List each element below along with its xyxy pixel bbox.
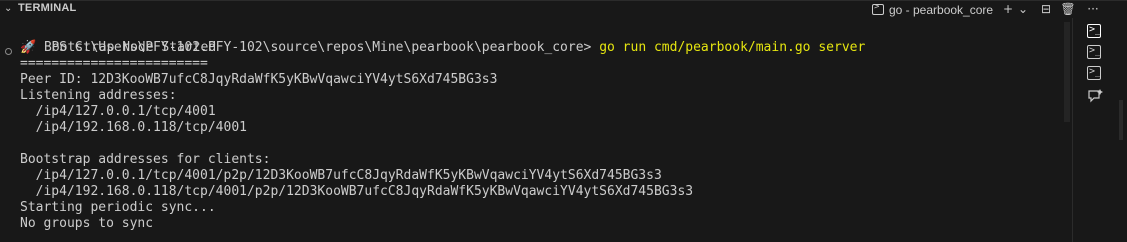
command-line: PS C:\Users\PFY-102.PFY-102\source\repos… [20, 24, 865, 55]
copilot-chat-icon[interactable] [1087, 88, 1103, 104]
tabs-scrollbar[interactable] [1119, 100, 1123, 140]
output-line: Starting periodic sync... [20, 200, 216, 215]
output-line: /ip4/127.0.0.1/tcp/4001 [20, 104, 216, 119]
terminal-icon [872, 2, 884, 15]
terminal-output[interactable]: PS C:\Users\PFY-102.PFY-102\source\repos… [0, 18, 1070, 242]
output-line: 🚀 Bootstrap Node Started [20, 40, 217, 55]
new-terminal-button[interactable]: + [1000, 1, 1016, 18]
output-line: /ip4/192.168.0.118/tcp/4001/p2p/12D3KooW… [20, 184, 694, 199]
output-line: Listening addresses: [20, 88, 177, 103]
output-line: ======================== [20, 56, 208, 71]
terminal-icon: >_ [1089, 24, 1102, 35]
chevron-down-icon[interactable]: ⌄ [4, 3, 16, 15]
panel-title[interactable]: TERMINAL [18, 2, 76, 14]
command-text: go run cmd/pearbook/main.go server [599, 40, 866, 55]
terminal-instance-3[interactable]: >_ [1087, 66, 1101, 80]
terminal-tab-label: go - pearbook_core [889, 2, 994, 17]
terminal-instance-2[interactable]: >_ [1087, 45, 1101, 59]
terminal-icon: >_ [1089, 66, 1102, 77]
chevron-down-icon[interactable]: ⌄ [1015, 1, 1031, 18]
output-line: Bootstrap addresses for clients: [20, 152, 271, 167]
output-line: /ip4/192.168.0.118/tcp/4001 [20, 120, 247, 135]
command-decoration-icon[interactable] [5, 48, 12, 55]
more-actions-icon[interactable]: ··· [1085, 1, 1101, 18]
terminal-panel-header: ⌄ TERMINAL go - pearbook_core + ⌄ ⊟ 🗑 ··… [0, 0, 1127, 18]
terminal-instance-1[interactable]: >_ [1087, 24, 1101, 38]
output-line: No groups to sync [20, 216, 154, 231]
scrollbar-thumb[interactable] [1064, 22, 1070, 122]
output-line: /ip4/127.0.0.1/tcp/4001/p2p/12D3KooWB7uf… [20, 168, 662, 183]
terminal-icon: >_ [1089, 45, 1102, 56]
trash-icon[interactable]: 🗑 [1060, 1, 1076, 18]
split-terminal-icon[interactable]: ⊟ [1038, 1, 1054, 18]
terminal-tab-active[interactable]: go - pearbook_core [872, 1, 994, 18]
output-line: Peer ID: 12D3KooWB7ufcC8JqyRdaWfK5yKBwVq… [20, 72, 498, 87]
